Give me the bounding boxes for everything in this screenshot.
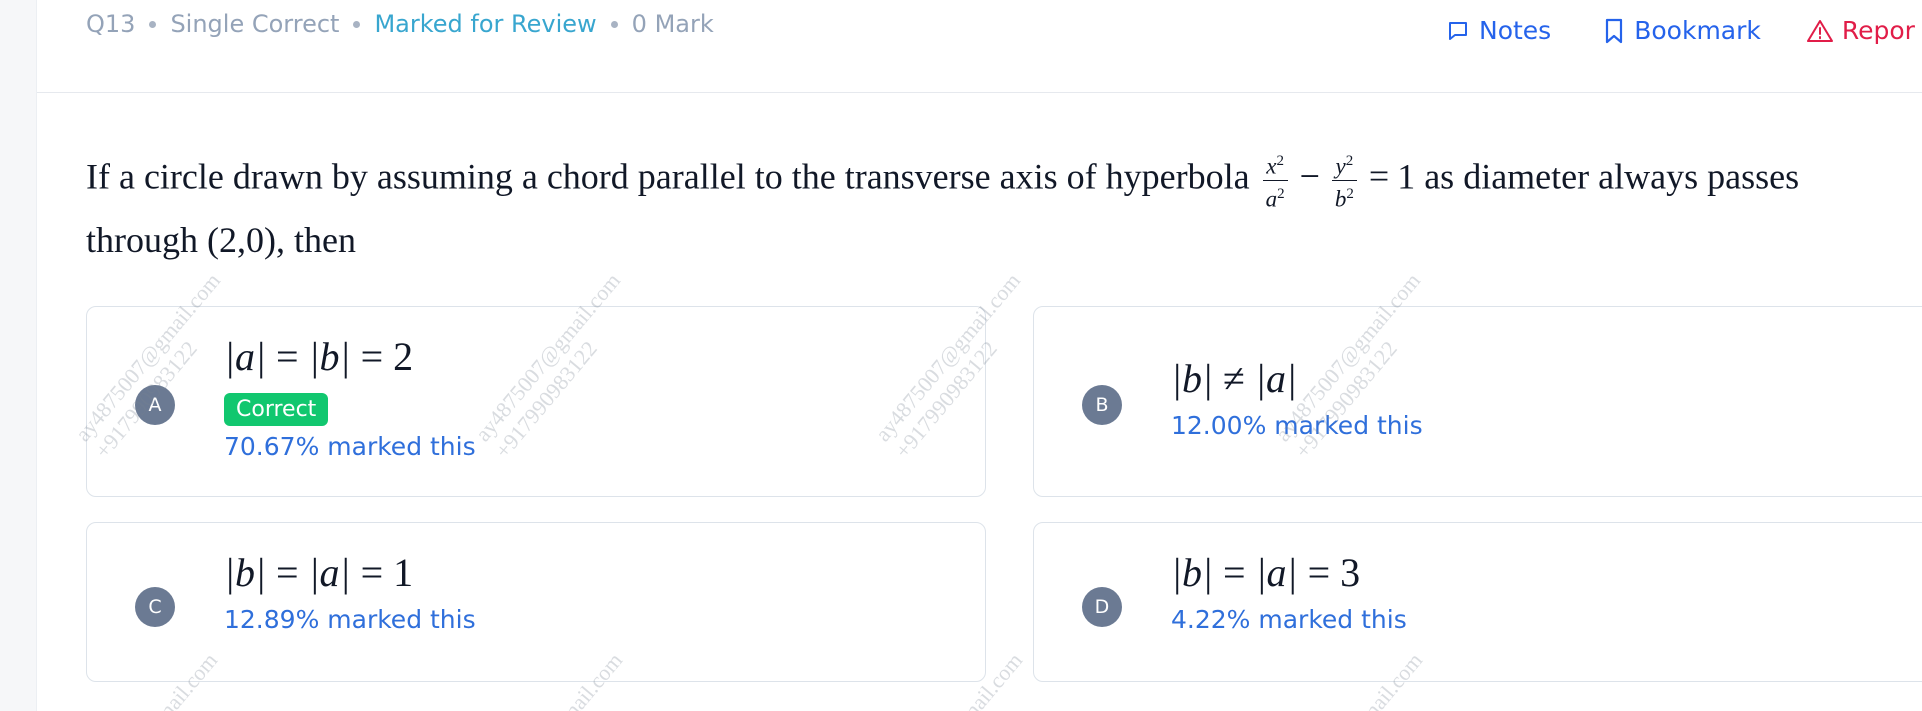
notes-button[interactable]: Notes <box>1446 16 1551 45</box>
bookmark-button[interactable]: Bookmark <box>1603 16 1761 45</box>
option-math: |b| = |a| = 3 <box>1171 550 1361 595</box>
option-math: |a| = |b| = 2 <box>224 334 414 379</box>
option-a[interactable]: A |a| = |b| = 2 Correct 70.67% marked this <box>86 306 986 497</box>
option-letter: D <box>1082 587 1122 627</box>
option-b[interactable]: B |b| ≠ |a| 12.00% marked this <box>1033 306 1922 497</box>
report-button[interactable]: Repor <box>1806 16 1915 45</box>
question-point: (2,0) <box>207 220 276 261</box>
report-label: Repor <box>1841 16 1915 45</box>
option-letter: C <box>135 587 175 627</box>
bookmark-icon <box>1606 18 1623 43</box>
separator-dot <box>353 20 361 28</box>
option-letter: B <box>1082 385 1122 425</box>
option-body: |b| = |a| = 3 4.22% marked this <box>1171 547 1407 634</box>
option-stat: 12.89% marked this <box>224 605 476 634</box>
option-d[interactable]: D |b| = |a| = 3 4.22% marked this <box>1033 522 1922 682</box>
question-text-part-1: If a circle drawn by assuming a chord pa… <box>86 156 1250 197</box>
notes-label: Notes <box>1479 16 1552 45</box>
option-body: |b| = |a| = 1 12.89% marked this <box>224 547 476 634</box>
option-body: |a| = |b| = 2 Correct 70.67% marked this <box>224 331 476 461</box>
chat-bubble-icon <box>1449 21 1467 40</box>
option-c[interactable]: C |b| = |a| = 1 12.89% marked this <box>86 522 986 682</box>
fraction-x2-a2: x2 a2 <box>1262 148 1288 212</box>
question-text-part-3: , then <box>275 220 356 261</box>
separator-dot <box>149 20 157 28</box>
review-status: Marked for Review <box>374 10 597 38</box>
question-number: Q13 <box>86 10 136 38</box>
question-actions: Notes Bookmark Repor <box>1446 16 1915 45</box>
question-meta: Q13 Single Correct Marked for Review 0 M… <box>86 10 714 38</box>
option-stat: 4.22% marked this <box>1171 605 1407 634</box>
fraction-y2-b2: y2 b2 <box>1331 148 1357 212</box>
question-text: If a circle drawn by assuming a chord pa… <box>86 148 1866 269</box>
header-divider <box>37 92 1922 93</box>
separator-dot <box>610 20 618 28</box>
option-math: |b| = |a| = 1 <box>224 550 414 595</box>
option-math: |b| ≠ |a| <box>1171 356 1297 401</box>
bookmark-label: Bookmark <box>1634 16 1761 45</box>
left-rail <box>0 0 37 711</box>
correct-badge: Correct <box>224 393 329 426</box>
option-stat: 12.00% marked this <box>1171 411 1423 440</box>
marks-label: 0 Mark <box>631 10 714 38</box>
question-type: Single Correct <box>170 10 340 38</box>
option-letter: A <box>135 385 175 425</box>
warning-triangle-icon <box>1806 19 1833 42</box>
option-body: |b| ≠ |a| 12.00% marked this <box>1171 353 1423 440</box>
option-stat: 70.67% marked this <box>224 432 476 461</box>
